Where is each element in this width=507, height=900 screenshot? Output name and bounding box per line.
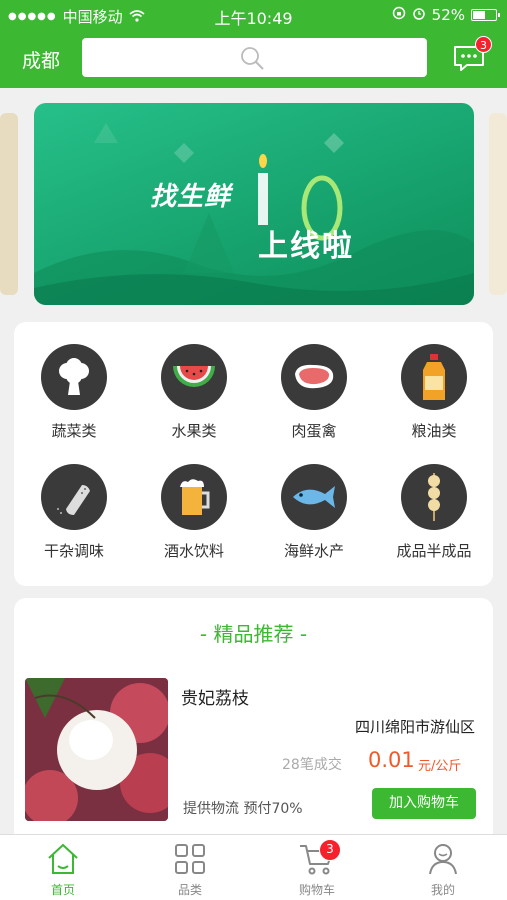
product-sold-count: 28笔成交 <box>282 757 342 773</box>
banner-title: 找生鲜 <box>150 182 232 212</box>
product-location: 四川绵阳市游仙区 <box>354 718 475 736</box>
category-label: 肉蛋禽 <box>291 422 337 440</box>
category-seafood[interactable]: 海鲜水产 <box>254 464 374 561</box>
meat-icon <box>281 344 347 410</box>
category-grid: 蔬菜类 水果类 肉蛋禽 粮油类 干杂调味 酒水饮料 海鲜水产 成品半成品 <box>14 322 493 586</box>
product-image[interactable] <box>25 678 168 821</box>
watermelon-icon <box>161 344 227 410</box>
banner-background <box>34 123 474 305</box>
recommend-section: - 精品推荐 - 贵妃荔枝 四川绵阳市游仙区 28笔成交 0.01 元/公斤 提… <box>14 598 493 838</box>
category-label: 酒水饮料 <box>163 542 224 560</box>
category-drinks[interactable]: 酒水饮料 <box>134 464 254 561</box>
category-label: 蔬菜类 <box>51 422 97 440</box>
broccoli-icon <box>41 344 107 410</box>
category-label: 成品半成品 <box>396 542 472 560</box>
category-label: 干杂调味 <box>43 542 104 560</box>
category-label: 粮油类 <box>411 422 457 440</box>
tab-label: 品类 <box>177 883 202 897</box>
category-prepared-food[interactable]: 成品半成品 <box>374 464 494 561</box>
header-bar: ●●●●● 中国移动 上午10:49 52% 成都 3 <box>0 0 507 88</box>
promo-banner[interactable]: 找生鲜 上线啦 <box>34 103 474 305</box>
message-button[interactable]: 3 <box>452 36 492 72</box>
status-bar: ●●●●● 中国移动 上午10:49 52% <box>0 0 507 30</box>
tab-label: 首页 <box>50 883 75 897</box>
tab-categories[interactable]: 品类 <box>150 841 230 898</box>
bottom-tab-bar: 首页 品类 3 购物车 我的 <box>0 834 507 900</box>
category-grain-oil[interactable]: 粮油类 <box>374 344 494 441</box>
tab-label: 我的 <box>430 883 455 897</box>
battery-percent: 52% <box>431 6 465 24</box>
skewer-icon <box>401 464 467 530</box>
cart-badge: 3 <box>319 839 341 861</box>
banner-prev-peek[interactable] <box>0 113 18 295</box>
oil-bottle-icon <box>401 344 467 410</box>
product-tags: 提供物流 预付70% <box>183 801 303 817</box>
message-badge: 3 <box>475 36 492 53</box>
city-selector[interactable]: 成都 <box>22 46 60 73</box>
category-label: 海鲜水产 <box>283 542 344 560</box>
category-fruit[interactable]: 水果类 <box>134 344 254 441</box>
cart-icon <box>277 841 357 877</box>
category-label: 水果类 <box>171 422 217 440</box>
category-vegetables[interactable]: 蔬菜类 <box>14 344 134 441</box>
user-icon <box>403 841 483 877</box>
battery-icon <box>471 9 500 21</box>
product-price-unit: 元/公斤 <box>418 759 462 774</box>
beer-icon <box>161 464 227 530</box>
tab-label: 购物车 <box>298 883 335 897</box>
fish-icon <box>281 464 347 530</box>
search-icon <box>241 47 264 70</box>
category-grid-icon <box>150 841 230 877</box>
alarm-icon <box>412 6 426 24</box>
search-input[interactable] <box>82 38 427 77</box>
category-meat-egg-poultry[interactable]: 肉蛋禽 <box>254 344 374 441</box>
salt-shaker-icon <box>41 464 107 530</box>
product-price: 0.01 <box>368 748 415 772</box>
category-dry-goods-seasoning[interactable]: 干杂调味 <box>14 464 134 561</box>
rotation-lock-icon <box>392 6 406 24</box>
home-icon <box>23 841 103 877</box>
recommend-title: - 精品推荐 - <box>199 622 308 646</box>
add-to-cart-button[interactable]: 加入购物车 <box>372 788 476 819</box>
banner-subtitle: 上线啦 <box>258 229 354 264</box>
tab-profile[interactable]: 我的 <box>403 841 483 898</box>
product-name[interactable]: 贵妃荔枝 <box>181 684 249 709</box>
tab-home[interactable]: 首页 <box>23 841 103 898</box>
banner-next-peek[interactable] <box>489 113 507 295</box>
tab-cart[interactable]: 3 购物车 <box>277 839 357 898</box>
